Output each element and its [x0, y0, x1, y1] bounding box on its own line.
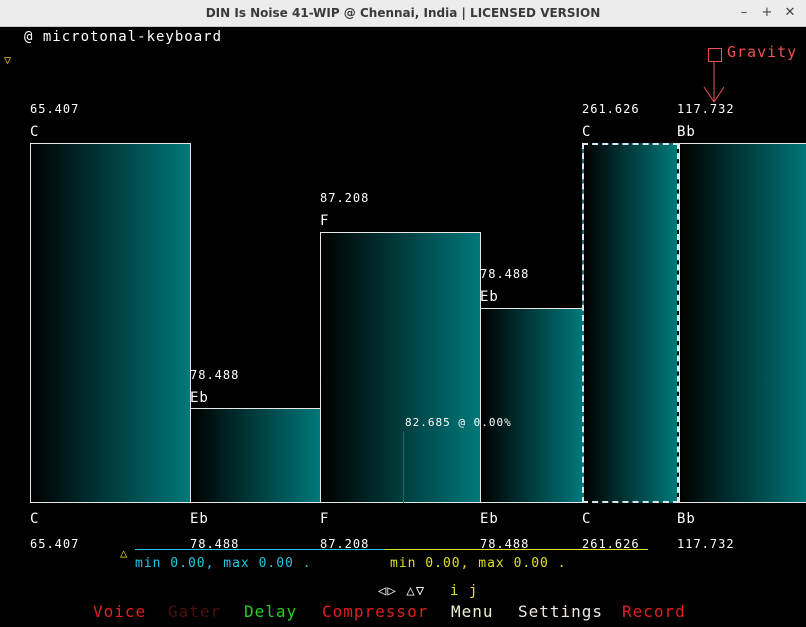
cursor-line [403, 431, 404, 503]
key-c-selected[interactable] [582, 143, 679, 503]
menu-settings[interactable]: Settings [518, 602, 603, 621]
instrument-label: @ microtonal-keyboard [24, 29, 223, 45]
key-freq-bottom: 117.732 [677, 537, 735, 551]
range-left-label: min 0.00, max 0.00 . [135, 556, 312, 571]
key-note-top: Eb [190, 390, 209, 406]
key-f[interactable] [320, 232, 481, 503]
maximize-button[interactable]: + [757, 3, 777, 23]
menu-menu[interactable]: Menu [451, 602, 494, 621]
nav-keys-hint: i j [450, 583, 479, 599]
key-eb-2[interactable] [480, 308, 583, 503]
key-freq-top: 78.488 [190, 368, 240, 382]
gravity-handle[interactable] [708, 48, 722, 62]
window-title: DIN Is Noise 41-WIP @ Chennai, India | L… [205, 6, 601, 20]
menu-gater[interactable]: Gater [168, 602, 221, 621]
close-button[interactable]: ✕ [780, 3, 800, 23]
key-freq-top: 261.626 [582, 102, 640, 116]
key-freq-bottom: 65.407 [30, 537, 80, 551]
key-note-top: C [30, 124, 40, 140]
key-note-top: Bb [677, 124, 696, 140]
range-triangle-icon[interactable]: △ [120, 546, 128, 560]
minimize-button[interactable]: – [734, 3, 754, 23]
gravity-label: Gravity [727, 43, 798, 61]
key-freq-top: 78.488 [480, 267, 530, 281]
key-note-top: Eb [480, 289, 499, 305]
key-freq-top: 117.732 [677, 102, 735, 116]
key-note-bottom: Bb [677, 511, 696, 527]
range-bar-left[interactable] [135, 549, 385, 550]
key-note-bottom: F [320, 511, 330, 527]
collapse-triangle-icon[interactable]: ▽ [4, 53, 12, 67]
key-note-top: F [320, 213, 330, 229]
key-c[interactable] [30, 143, 191, 503]
keyboard-canvas[interactable]: @ microtonal-keyboard ▽ Gravity 82.685 @… [0, 27, 806, 627]
key-note-bottom: C [582, 511, 592, 527]
menu-voice[interactable]: Voice [93, 602, 146, 621]
range-bar-right[interactable] [385, 549, 648, 550]
nav-arrows-hint: ◁▷ △▽ [378, 583, 426, 599]
cursor-readout: 82.685 @ 0.00% [405, 416, 512, 429]
range-right-label: min 0.00, max 0.00 . [390, 556, 567, 571]
key-note-bottom: Eb [480, 511, 499, 527]
menu-delay[interactable]: Delay [244, 602, 297, 621]
window-titlebar[interactable]: DIN Is Noise 41-WIP @ Chennai, India | L… [0, 0, 806, 27]
menu-compressor[interactable]: Compressor [322, 602, 428, 621]
key-note-top: C [582, 124, 592, 140]
key-note-bottom: C [30, 511, 40, 527]
key-bb[interactable] [679, 143, 806, 503]
key-eb[interactable] [190, 408, 321, 503]
gravity-arrow-icon [703, 61, 725, 103]
key-freq-top: 87.208 [320, 191, 370, 205]
key-freq-top: 65.407 [30, 102, 80, 116]
menu-record[interactable]: Record [622, 602, 686, 621]
key-note-bottom: Eb [190, 511, 209, 527]
